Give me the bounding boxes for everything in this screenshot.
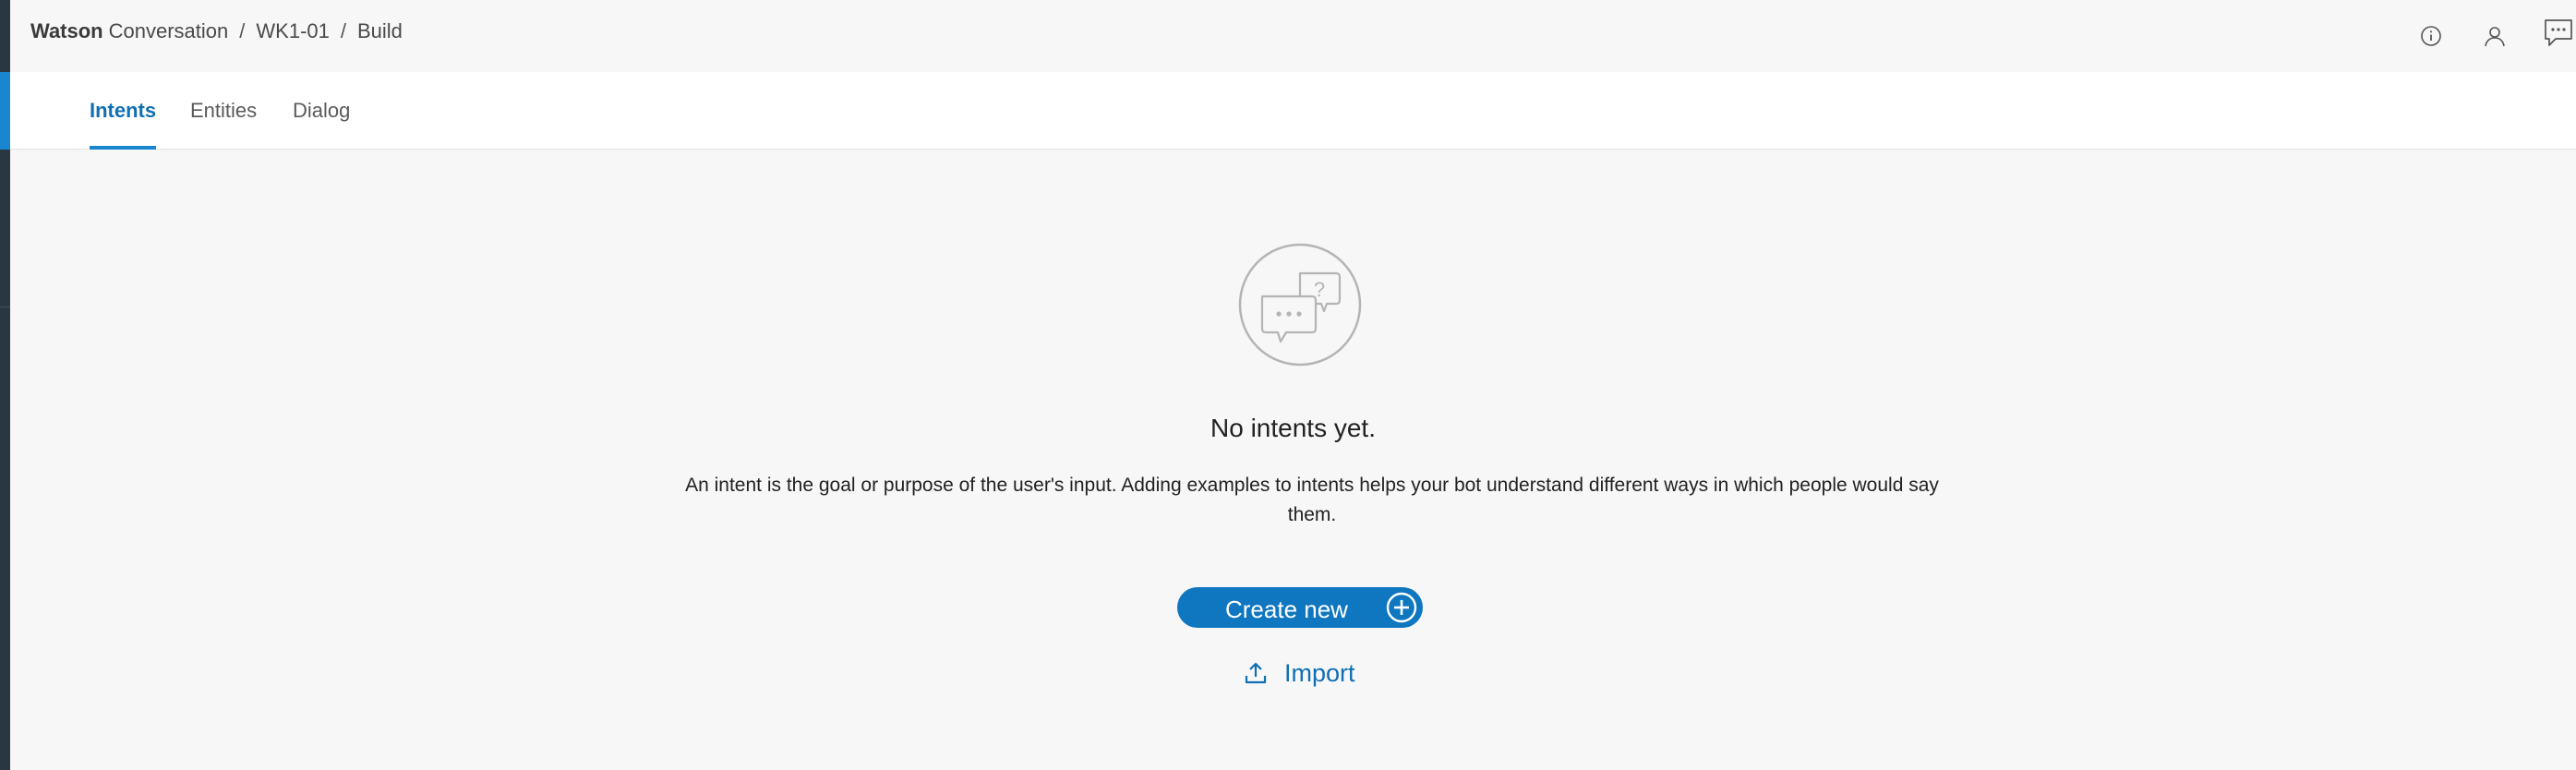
top-header: Watson Conversation / WK1-01 / Build xyxy=(10,0,2576,72)
tab-entities[interactable]: Entities xyxy=(190,72,257,150)
breadcrumb-separator: / xyxy=(340,19,346,42)
breadcrumb-current-section: Build xyxy=(357,19,403,42)
breadcrumb-separator: / xyxy=(239,19,246,42)
empty-state-description: An intent is the goal or purpose of the … xyxy=(685,475,1939,525)
breadcrumb: Watson Conversation / WK1-01 / Build xyxy=(30,19,403,43)
breadcrumb-product-link[interactable]: Conversation xyxy=(109,19,229,43)
info-icon xyxy=(2421,26,2441,46)
plus-circle-icon xyxy=(1386,592,1417,623)
info-button[interactable] xyxy=(2415,20,2447,52)
create-new-label: Create new xyxy=(1225,596,1348,623)
import-intents-button[interactable]: Import xyxy=(1244,656,1355,690)
left-rail-active-indicator[interactable] xyxy=(0,72,10,150)
create-new-intent-button[interactable]: Create new xyxy=(1177,587,1423,628)
app-window: Watson Conversation / WK1-01 / Build Int… xyxy=(0,0,2576,770)
tab-dialog[interactable]: Dialog xyxy=(293,72,350,150)
user-profile-button[interactable] xyxy=(2479,20,2510,52)
chat-question-icon: ? xyxy=(1238,243,1362,367)
tab-intents[interactable]: Intents xyxy=(90,72,157,150)
chat-feedback-icon xyxy=(2545,19,2572,46)
breadcrumb-workspace-link[interactable]: WK1-01 xyxy=(256,19,329,43)
user-icon xyxy=(2485,27,2505,47)
feedback-button[interactable] xyxy=(2543,17,2574,48)
upload-icon xyxy=(1245,662,1267,684)
tab-bar: Intents Entities Dialog xyxy=(10,72,2576,150)
empty-state-title: No intents yet. xyxy=(1210,414,1376,442)
brand-name: Watson xyxy=(30,19,103,42)
intents-empty-state: ? No intents yet. An intent is the goal … xyxy=(10,150,2576,770)
import-label: Import xyxy=(1284,658,1355,687)
